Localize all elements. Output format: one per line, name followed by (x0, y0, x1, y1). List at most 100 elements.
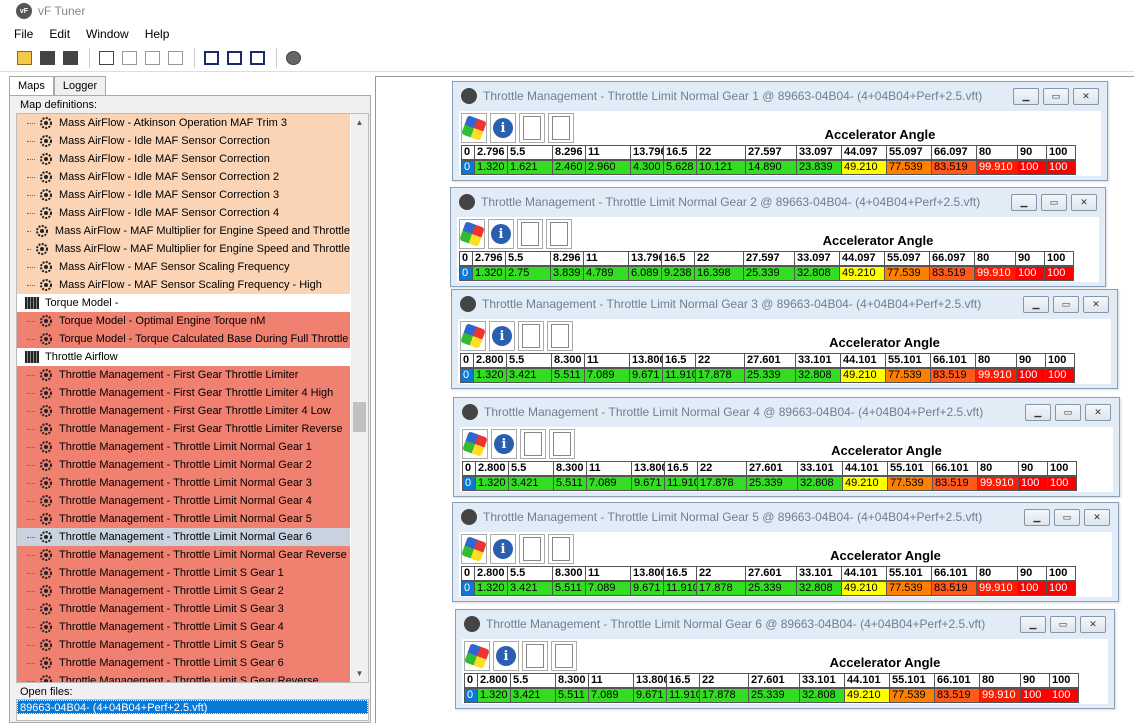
table-cell[interactable]: 16.398 (694, 266, 744, 281)
table-cell[interactable]: 25.339 (744, 368, 796, 383)
map-window-titlebar[interactable]: Throttle Management - Throttle Limit Nor… (453, 503, 1118, 531)
settings-button[interactable] (283, 48, 303, 68)
tree-item[interactable]: Throttle Management - Throttle Limit Nor… (17, 492, 350, 510)
menu-file[interactable]: File (0, 27, 41, 41)
document-button[interactable] (518, 321, 544, 351)
minimize-button[interactable]: ▁ (1011, 193, 1037, 211)
export-button[interactable] (96, 48, 116, 68)
table-cell[interactable]: 99.910 (979, 688, 1021, 703)
table-cell[interactable]: 100 (1017, 160, 1047, 175)
table-cell[interactable]: 11.910 (662, 368, 696, 383)
table-cell[interactable]: 5.628 (663, 160, 697, 175)
table-cell[interactable]: 0 (459, 266, 473, 281)
table-cell[interactable]: 83.519 (929, 266, 975, 281)
table-cell[interactable]: 25.339 (746, 476, 798, 491)
tree-item[interactable]: Throttle Management - Throttle Limit Nor… (17, 438, 350, 456)
tree-scrollbar[interactable]: ▲ ▼ (351, 114, 368, 682)
table-cell[interactable]: 99.910 (974, 266, 1016, 281)
table-cell[interactable]: 1.320 (472, 266, 506, 281)
tree-item[interactable]: Throttle Management - First Gear Throttl… (17, 366, 350, 384)
minimize-button[interactable]: ▁ (1024, 508, 1050, 526)
menu-window[interactable]: Window (78, 27, 137, 41)
minimize-button[interactable]: ▁ (1020, 615, 1046, 633)
close-button[interactable]: ✕ (1085, 403, 1111, 421)
table-cell[interactable]: 25.339 (743, 266, 795, 281)
info-button[interactable]: i (490, 534, 516, 564)
maximize-button[interactable]: ▭ (1050, 615, 1076, 633)
tree-item[interactable]: Mass AirFlow - Idle MAF Sensor Correctio… (17, 204, 350, 222)
document-button[interactable] (519, 113, 545, 143)
tree-item[interactable]: Throttle Management - First Gear Throttl… (17, 384, 350, 402)
table-cell[interactable]: 32.808 (795, 368, 841, 383)
table-cell[interactable]: 4.300 (630, 160, 664, 175)
table-cell[interactable]: 2.75 (505, 266, 551, 281)
table-cell[interactable]: 3.839 (550, 266, 584, 281)
info-button[interactable]: i (491, 429, 517, 459)
tab-maps[interactable]: Maps (9, 76, 54, 96)
table-cell[interactable]: 100 (1046, 160, 1076, 175)
table-cell[interactable]: 49.210 (839, 266, 885, 281)
table-cell[interactable]: 49.210 (842, 476, 888, 491)
table-cell[interactable]: 83.519 (932, 476, 978, 491)
table-cell[interactable]: 49.210 (841, 160, 887, 175)
tree-item[interactable]: Mass AirFlow - MAF Multiplier for Engine… (17, 240, 350, 258)
table-cell[interactable]: 77.539 (887, 476, 933, 491)
color-scheme-button[interactable] (459, 219, 485, 249)
document-button-2[interactable] (548, 534, 574, 564)
tree-item[interactable]: Torque Model - Optimal Engine Torque nM (17, 312, 350, 330)
tree-item[interactable]: Throttle Management - Throttle Limit S G… (17, 654, 350, 672)
table-cell[interactable]: 83.519 (931, 160, 977, 175)
table-cell[interactable]: 83.519 (934, 688, 980, 703)
table-cell[interactable]: 0 (464, 688, 478, 703)
table-cell[interactable]: 1.320 (474, 581, 508, 596)
tree-item[interactable]: Throttle Management - Throttle Limit Nor… (17, 510, 350, 528)
document-button[interactable] (519, 534, 545, 564)
tree-item[interactable]: Mass AirFlow - MAF Sensor Scaling Freque… (17, 258, 350, 276)
color-scheme-button[interactable] (460, 321, 486, 351)
table-cell[interactable]: 7.089 (586, 476, 632, 491)
table-cell[interactable]: 1.320 (473, 368, 507, 383)
cascade-button[interactable] (201, 48, 221, 68)
color-scheme-button[interactable] (461, 534, 487, 564)
table-cell[interactable]: 32.808 (794, 266, 840, 281)
info-button[interactable]: i (490, 113, 516, 143)
table-cell[interactable]: 11.910 (664, 476, 698, 491)
table-cell[interactable]: 5.511 (552, 581, 586, 596)
close-button[interactable]: ✕ (1083, 295, 1109, 313)
tree-item[interactable]: Mass AirFlow - Atkinson Operation MAF Tr… (17, 114, 350, 132)
info-button[interactable]: i (489, 321, 515, 351)
tree-item[interactable]: Throttle Management - First Gear Throttl… (17, 402, 350, 420)
table-cell[interactable]: 0 (460, 368, 474, 383)
table-cell[interactable]: 5.511 (551, 368, 585, 383)
close-button[interactable]: ✕ (1080, 615, 1106, 633)
tree-item[interactable]: Mass AirFlow - Idle MAF Sensor Correctio… (17, 150, 350, 168)
color-scheme-button[interactable] (464, 641, 490, 671)
table-cell[interactable]: 17.878 (699, 688, 749, 703)
table-cell[interactable]: 3.421 (510, 688, 556, 703)
open-file-item[interactable]: 89663-04B04- (4+04B04+Perf+2.5.vft) (17, 700, 368, 714)
table-cell[interactable]: 6.089 (628, 266, 662, 281)
table-cell[interactable]: 2.460 (552, 160, 586, 175)
table-cell[interactable]: 0 (461, 581, 475, 596)
table-cell[interactable]: 7.089 (584, 368, 630, 383)
scroll-down-icon[interactable]: ▼ (351, 665, 368, 682)
table-cell[interactable]: 9.238 (661, 266, 695, 281)
tree-item[interactable]: Mass AirFlow - Idle MAF Sensor Correctio… (17, 168, 350, 186)
table-cell[interactable]: 32.808 (799, 688, 845, 703)
table-cell[interactable]: 100 (1049, 688, 1079, 703)
table-cell[interactable]: 99.910 (976, 160, 1018, 175)
tree-item[interactable]: Mass AirFlow - Idle MAF Sensor Correctio… (17, 186, 350, 204)
map-window-titlebar[interactable]: Throttle Management - Throttle Limit Nor… (453, 82, 1107, 110)
menu-edit[interactable]: Edit (41, 27, 78, 41)
table-cell[interactable]: 49.210 (840, 368, 886, 383)
color-scheme-button[interactable] (462, 429, 488, 459)
close-button[interactable]: ✕ (1084, 508, 1110, 526)
table-cell[interactable]: 100 (1015, 266, 1045, 281)
table-cell[interactable]: 17.878 (695, 368, 745, 383)
table-cell[interactable]: 77.539 (885, 368, 931, 383)
save-all-button[interactable] (37, 48, 57, 68)
maximize-button[interactable]: ▭ (1041, 193, 1067, 211)
table-cell[interactable]: 100 (1020, 688, 1050, 703)
tab-logger[interactable]: Logger (53, 76, 107, 96)
table-cell[interactable]: 9.671 (633, 688, 667, 703)
